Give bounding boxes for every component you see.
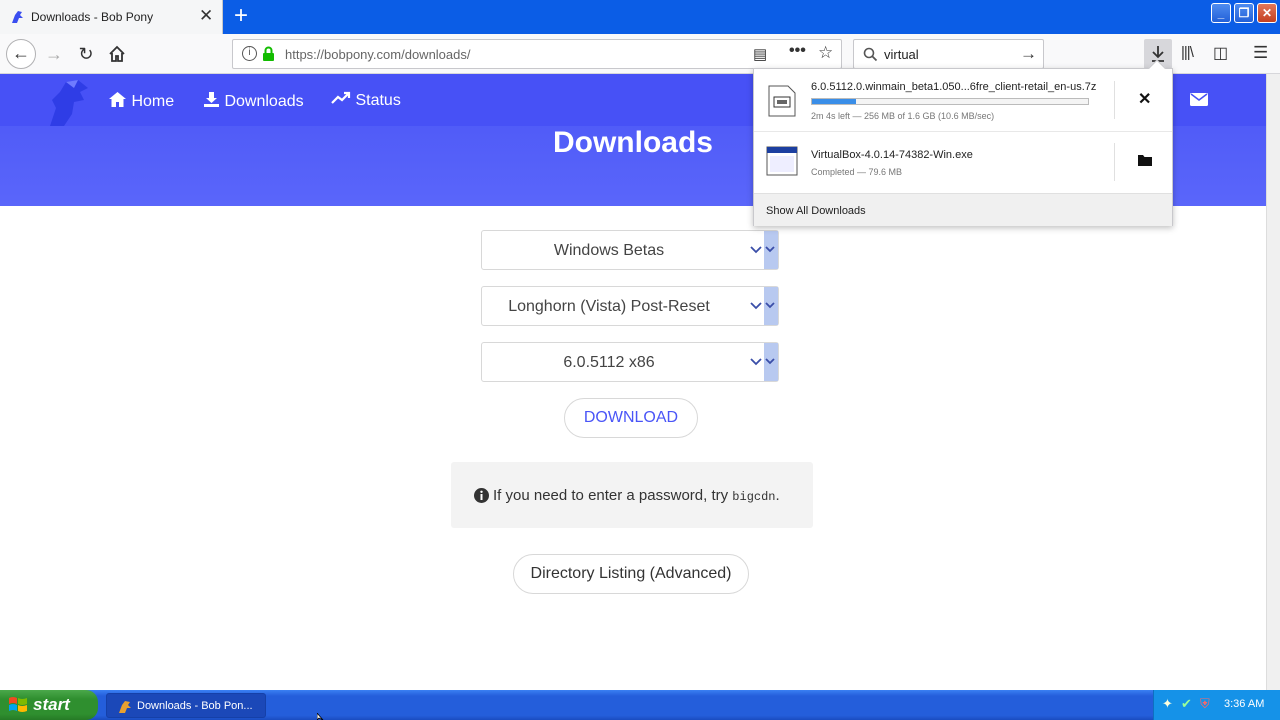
mail-icon[interactable]: [1190, 93, 1208, 106]
tab-close-icon[interactable]: ✕: [199, 6, 213, 26]
info-circle-icon: [474, 488, 489, 503]
directory-listing-button[interactable]: Directory Listing (Advanced): [513, 554, 749, 594]
folder-icon[interactable]: [1138, 154, 1152, 166]
home-button[interactable]: [103, 40, 131, 68]
divider: [1114, 81, 1115, 119]
library-icon[interactable]: |||\: [1181, 44, 1194, 61]
taskbar: start Downloads - Bob Pon... ✦ ✔ ⛨ 3:36 …: [0, 690, 1280, 720]
archive-file-icon: [768, 85, 796, 117]
password-hint-text: If you need to enter a password, try: [493, 487, 733, 504]
search-go-icon[interactable]: →: [1020, 44, 1037, 64]
mouse-cursor-icon: [317, 713, 324, 720]
bobpony-logo-icon[interactable]: [44, 78, 94, 128]
nav-downloads-label: Downloads: [224, 93, 304, 110]
forward-button[interactable]: →: [40, 40, 68, 68]
exe-file-icon: [766, 146, 798, 176]
system-tray: ✦ ✔ ⛨ 3:36 AM: [1153, 690, 1280, 720]
network-icon[interactable]: ✦: [1162, 696, 1173, 712]
windows-logo-icon: [9, 697, 27, 712]
bobpony-favicon-icon: [119, 701, 131, 713]
new-tab-button[interactable]: +: [229, 2, 253, 30]
lock-icon: [263, 46, 274, 61]
chevron-down-icon: [748, 231, 778, 269]
bobpony-favicon-icon: [12, 11, 23, 23]
page-actions-icon[interactable]: •••: [789, 42, 806, 60]
download-item-active[interactable]: 6.0.5112.0.winmain_beta1.050...6fre_clie…: [754, 69, 1172, 131]
chevron-down-icon: [748, 343, 778, 381]
start-label: start: [33, 695, 70, 714]
nav-status-label: Status: [355, 92, 401, 109]
password-code: bigcdn: [732, 490, 776, 504]
divider: [1114, 143, 1115, 181]
trending-icon: [331, 91, 351, 104]
tab-title: Downloads - Bob Pony: [31, 10, 154, 24]
downloads-panel: 6.0.5112.0.winmain_beta1.050...6fre_clie…: [753, 59, 1173, 226]
build-value: 6.0.5112 x86: [563, 354, 655, 371]
series-select[interactable]: Longhorn (Vista) Post-Reset: [481, 286, 779, 326]
reload-button[interactable]: ↻: [72, 40, 100, 68]
download-icon: [204, 92, 219, 107]
download-item-name: VirtualBox-4.0.14-74382-Win.exe: [811, 149, 973, 161]
nav-status[interactable]: Status: [331, 91, 401, 110]
download-item-status: 2m 4s left — 256 MB of 1.6 GB (10.6 MB/s…: [811, 111, 995, 121]
maximize-button[interactable]: ❐: [1234, 3, 1254, 23]
back-button[interactable]: ←: [6, 39, 36, 69]
series-value: Longhorn (Vista) Post-Reset: [508, 298, 710, 315]
show-all-downloads[interactable]: Show All Downloads: [754, 193, 1172, 226]
download-button[interactable]: DOWNLOAD: [564, 398, 698, 438]
reader-view-icon[interactable]: ▤: [753, 45, 767, 63]
info-icon[interactable]: i: [242, 46, 257, 61]
password-hint-suffix: .: [775, 487, 780, 504]
download-item-completed[interactable]: VirtualBox-4.0.14-74382-Win.exe Complete…: [754, 131, 1172, 193]
page-scrollbar[interactable]: [1266, 74, 1280, 690]
clock: 3:36 AM: [1224, 698, 1265, 710]
download-item-name: 6.0.5112.0.winmain_beta1.050...6fre_clie…: [811, 81, 1097, 93]
tab-downloads[interactable]: Downloads - Bob Pony ✕: [0, 0, 223, 34]
taskbar-item-label: Downloads - Bob Pon...: [137, 700, 253, 712]
build-select[interactable]: 6.0.5112 x86: [481, 342, 779, 382]
close-window-button[interactable]: ✕: [1257, 3, 1277, 23]
start-button[interactable]: start: [0, 690, 98, 720]
nav-home-label: Home: [131, 93, 175, 110]
download-item-status: Completed — 79.6 MB: [811, 167, 903, 177]
nav-home[interactable]: Home: [108, 91, 174, 111]
search-input[interactable]: [884, 45, 1014, 63]
download-progress-bar: [811, 98, 1089, 105]
download-progress-fill: [812, 99, 857, 104]
minimize-button[interactable]: _: [1211, 3, 1231, 23]
category-select[interactable]: Windows Betas: [481, 230, 779, 270]
tab-strip: Downloads - Bob Pony ✕ + _ ❐ ✕: [0, 0, 1280, 34]
menu-icon[interactable]: ☰: [1253, 43, 1268, 63]
show-all-downloads-label: Show All Downloads: [766, 205, 866, 217]
shield-icon[interactable]: ⛨: [1200, 696, 1210, 712]
bookmark-star-icon[interactable]: ☆: [818, 43, 833, 63]
nav-downloads[interactable]: Downloads: [203, 91, 304, 111]
taskbar-item-browser[interactable]: Downloads - Bob Pon...: [106, 693, 266, 718]
password-hint: If you need to enter a password, try big…: [493, 487, 780, 504]
home-icon: [109, 45, 125, 62]
home-icon: [109, 92, 126, 107]
search-icon: [863, 47, 878, 62]
url-bar[interactable]: i https://bobpony.com/downloads/ ▤ ••• ☆: [232, 39, 842, 69]
category-value: Windows Betas: [553, 242, 665, 259]
chevron-down-icon: [748, 287, 778, 325]
cancel-download-icon[interactable]: ✕: [1138, 89, 1151, 109]
url-text: https://bobpony.com/downloads/: [285, 47, 471, 62]
password-info-box: If you need to enter a password, try big…: [451, 462, 813, 528]
sidebar-icon[interactable]: ◫: [1213, 43, 1228, 63]
search-bar[interactable]: →: [853, 39, 1044, 69]
security-icon[interactable]: ✔: [1181, 696, 1192, 712]
